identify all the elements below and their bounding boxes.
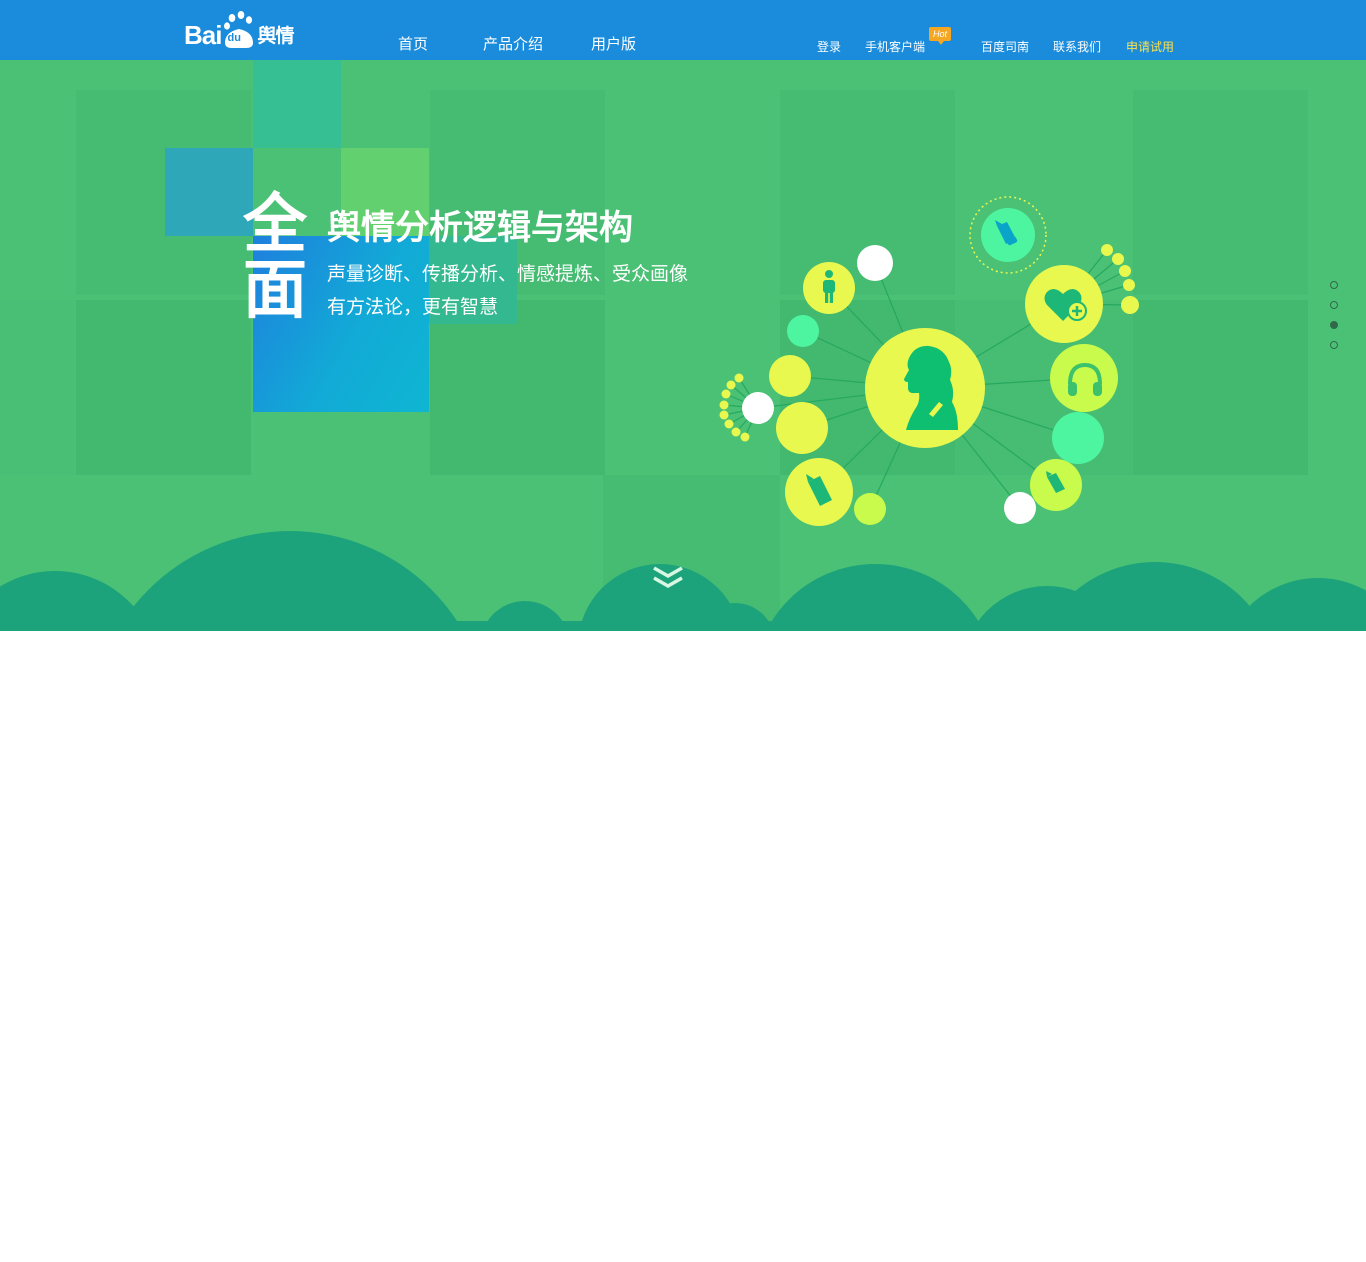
slide-dot-1[interactable] (1330, 281, 1338, 289)
hot-badge: Hot (929, 27, 952, 45)
slide-dot-4[interactable] (1330, 341, 1338, 349)
contact-us-link[interactable]: 联系我们 (1053, 38, 1101, 55)
apply-trial-link[interactable]: 申请试用 (1126, 38, 1174, 55)
login-link[interactable]: 登录 (817, 38, 841, 55)
pencil-icon (802, 472, 836, 516)
slide-dot-2[interactable] (1330, 301, 1338, 309)
baidu-sinan-link[interactable]: 百度司南 (981, 38, 1029, 55)
person-icon (820, 270, 838, 308)
scroll-down-icon[interactable] (651, 563, 685, 597)
logo-brand-text: Bai (184, 20, 222, 50)
nav-item-home[interactable]: 首页 (398, 33, 428, 54)
baidu-yuqing-logo[interactable]: Bai du 舆情 (184, 10, 294, 50)
slide-pagination (1330, 281, 1338, 361)
woman-profile-icon (895, 342, 965, 436)
hero-banner: 全 面 舆情分析逻辑与架构 声量诊断、传播分析、情感提炼、受众画像 有方法论，更… (0, 60, 1366, 631)
top-navigation-bar: Bai du 舆情 首页 产品介绍 用户版 登录 手机客户端 Hot 百度司南 … (0, 0, 1366, 60)
heart-plus-icon (1043, 285, 1089, 329)
nav-item-user-edition[interactable]: 用户版 (591, 33, 636, 54)
logo-du-text: du (227, 32, 241, 44)
paw-icon: du (222, 10, 256, 50)
pencil-icon (1044, 470, 1068, 502)
headphones-icon (1065, 360, 1105, 404)
slide-dot-3[interactable] (1330, 321, 1338, 329)
logo-product-text: 舆情 (257, 25, 294, 47)
nav-item-products[interactable]: 产品介绍 (483, 33, 543, 54)
mobile-client-link[interactable]: 手机客户端 (865, 38, 925, 55)
pencil-icon (994, 220, 1020, 252)
